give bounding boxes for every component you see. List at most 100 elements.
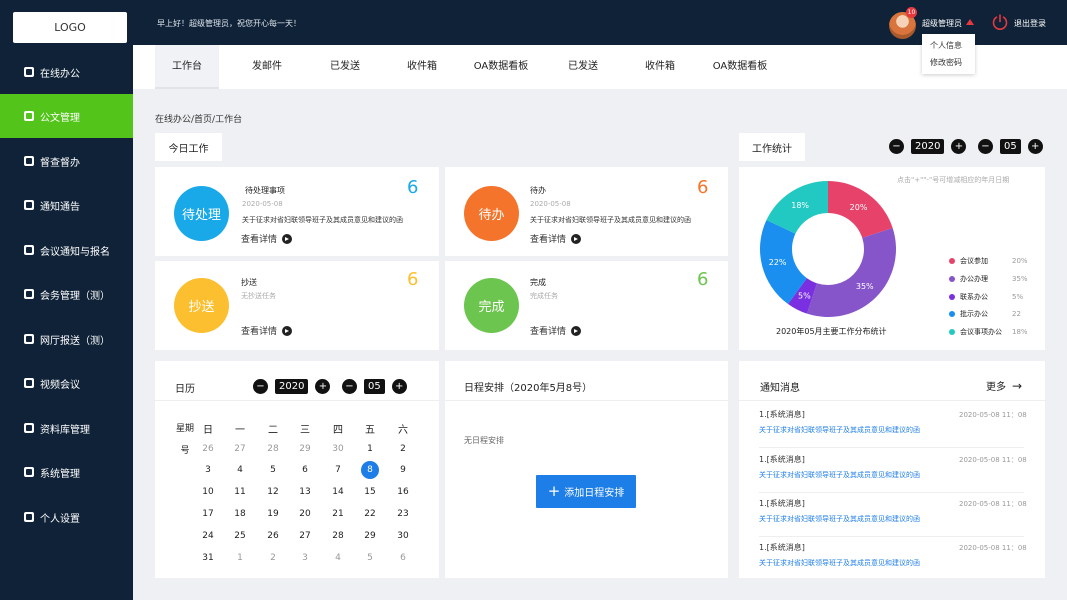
calendar-day[interactable]: 3: [196, 465, 220, 475]
cc-circle: 抄送: [174, 278, 229, 333]
year-minus-button[interactable]: −: [889, 139, 904, 154]
task-card-cc[interactable]: 抄送 抄送 无抄送任务 6 查看详情: [155, 261, 439, 350]
calendar-day[interactable]: 16: [391, 487, 415, 497]
calendar-day[interactable]: 8: [358, 465, 382, 475]
notice-link[interactable]: 关于征求对省妇联领导班子及其成员意见和建议的函: [759, 425, 920, 435]
calendar-day[interactable]: 31: [196, 553, 220, 563]
calendar-day[interactable]: 24: [196, 531, 220, 541]
calendar-day[interactable]: 5: [358, 553, 382, 563]
calendar-day[interactable]: 29: [293, 444, 317, 454]
calendar-day[interactable]: 1: [358, 444, 382, 454]
calendar-day[interactable]: 25: [228, 531, 252, 541]
notice-link[interactable]: 关于征求对省妇联领导班子及其成员意见和建议的函: [759, 514, 920, 524]
cal-year-plus-button[interactable]: +: [315, 379, 331, 394]
sidebar-item-video-conference[interactable]: 视频会议: [0, 361, 133, 405]
calendar-day[interactable]: 29: [358, 531, 382, 541]
year-plus-button[interactable]: +: [951, 139, 967, 154]
sidebar-item-label: 在线办公: [40, 68, 80, 80]
notice-link[interactable]: 关于征求对省妇联领导班子及其成员意见和建议的函: [759, 470, 920, 480]
calendar-day[interactable]: 22: [358, 509, 382, 519]
logo[interactable]: LOGO: [13, 12, 127, 43]
sidebar-item-notices[interactable]: 通知通告: [0, 183, 133, 227]
notice-item[interactable]: 1.[系统消息] 2020-05-08 11：08 关于征求对省妇联领导班子及其…: [759, 493, 1027, 537]
tab-sent-2[interactable]: 已发送: [551, 45, 615, 89]
donut-slice-1[interactable]: [806, 227, 896, 317]
calendar-day[interactable]: 21: [326, 509, 350, 519]
calendar-day[interactable]: 10: [196, 487, 220, 497]
view-details-link[interactable]: 查看详情: [241, 324, 293, 337]
calendar-day[interactable]: 26: [261, 531, 285, 541]
notice-item[interactable]: 1.[系统消息] 2020-05-08 11：08 关于征求对省妇联领导班子及其…: [759, 404, 1027, 448]
calendar-day[interactable]: 4: [228, 465, 252, 475]
caret-up-icon[interactable]: [966, 19, 974, 25]
tab-send-mail[interactable]: 发邮件: [235, 45, 299, 89]
sidebar-item-system[interactable]: 系统管理: [0, 450, 133, 494]
calendar-day[interactable]: 11: [228, 487, 252, 497]
month-plus-button[interactable]: +: [1027, 139, 1043, 154]
calendar-day[interactable]: 14: [326, 487, 350, 497]
month-minus-button[interactable]: −: [978, 139, 993, 154]
calendar-day[interactable]: 23: [391, 509, 415, 519]
sidebar-item-online-office[interactable]: 在线办公: [0, 50, 133, 94]
sidebar-item-supervision[interactable]: 督查督办: [0, 139, 133, 183]
calendar-day[interactable]: 15: [358, 487, 382, 497]
view-details-link[interactable]: 查看详情: [241, 232, 293, 245]
calendar-day[interactable]: 20: [293, 509, 317, 519]
calendar-day[interactable]: 3: [293, 553, 317, 563]
calendar-day[interactable]: 2: [391, 444, 415, 454]
calendar-day[interactable]: 17: [196, 509, 220, 519]
cal-month-plus-button[interactable]: +: [391, 379, 407, 394]
calendar-day[interactable]: 4: [326, 553, 350, 563]
task-card-done[interactable]: 完成 完成 完成任务 6 查看详情: [445, 261, 728, 350]
task-card-todo[interactable]: 待办 待办 2020-05-08 关于征求对省妇联领导班子及其成员意见和建议的函…: [445, 167, 728, 256]
calendar-day[interactable]: 27: [293, 531, 317, 541]
calendar-day[interactable]: 28: [261, 444, 285, 454]
tab-sent[interactable]: 已发送: [313, 45, 377, 89]
menu-item-profile[interactable]: 个人信息: [922, 37, 975, 54]
sidebar-item-hall-submission[interactable]: 网厅报送（测）: [0, 317, 133, 361]
task-card-pending[interactable]: 待处理 待处理事项 2020-05-08 关于征求对省妇联领导班子及其成员意见和…: [155, 167, 439, 256]
calendar-day[interactable]: 26: [196, 444, 220, 454]
calendar-day[interactable]: 28: [326, 531, 350, 541]
sidebar-item-personal-settings[interactable]: 个人设置: [0, 495, 133, 539]
legend-value: 5%: [1012, 293, 1024, 301]
calendar-day[interactable]: 2: [261, 553, 285, 563]
calendar-day[interactable]: 13: [293, 487, 317, 497]
calendar-day[interactable]: 19: [261, 509, 285, 519]
calendar-day[interactable]: 9: [391, 465, 415, 475]
cal-month-minus-button[interactable]: −: [342, 379, 357, 394]
logout-link[interactable]: 退出登录: [1014, 18, 1046, 29]
notification-badge: 10: [906, 7, 917, 18]
tab-oa-dashboard[interactable]: OA数据看板: [466, 45, 536, 89]
calendar-day[interactable]: 6: [391, 553, 415, 563]
menu-item-change-password[interactable]: 修改密码: [922, 54, 975, 71]
username[interactable]: 超级管理员: [922, 18, 962, 29]
cal-year-minus-button[interactable]: −: [253, 379, 268, 394]
power-icon[interactable]: [991, 13, 1009, 31]
calendar-day[interactable]: 1: [228, 553, 252, 563]
calendar-day[interactable]: 30: [326, 444, 350, 454]
calendar-day[interactable]: 5: [261, 465, 285, 475]
notice-item[interactable]: 1.[系统消息] 2020-05-08 11：08 关于征求对省妇联领导班子及其…: [759, 449, 1027, 493]
view-details-link[interactable]: 查看详情: [530, 232, 582, 245]
calendar-day[interactable]: 27: [228, 444, 252, 454]
sidebar-item-library[interactable]: 资料库管理: [0, 406, 133, 450]
tab-workbench[interactable]: 工作台: [155, 45, 219, 89]
notice-item[interactable]: 1.[系统消息] 2020-05-08 11：08 关于征求对省妇联领导班子及其…: [759, 537, 1027, 581]
more-link[interactable]: 更多 →: [986, 378, 1022, 394]
view-details-link[interactable]: 查看详情: [530, 324, 582, 337]
sidebar-item-meeting-registration[interactable]: 会议通知与报名: [0, 228, 133, 272]
tab-oa-dashboard-2[interactable]: OA数据看板: [705, 45, 775, 89]
tab-inbox[interactable]: 收件箱: [390, 45, 454, 89]
calendar-day[interactable]: 6: [293, 465, 317, 475]
calendar-day[interactable]: 12: [261, 487, 285, 497]
sidebar-item-document-management[interactable]: 公文管理: [0, 94, 133, 138]
add-schedule-button[interactable]: + 添加日程安排: [536, 475, 636, 508]
notice-link[interactable]: 关于征求对省妇联领导班子及其成员意见和建议的函: [759, 558, 920, 568]
calendar-day[interactable]: 7: [326, 465, 350, 475]
tab-inbox-2[interactable]: 收件箱: [628, 45, 692, 89]
sidebar-item-conference-affairs[interactable]: 会务管理（测）: [0, 272, 133, 316]
legend-dot: [949, 329, 955, 335]
calendar-day[interactable]: 18: [228, 509, 252, 519]
calendar-day[interactable]: 30: [391, 531, 415, 541]
